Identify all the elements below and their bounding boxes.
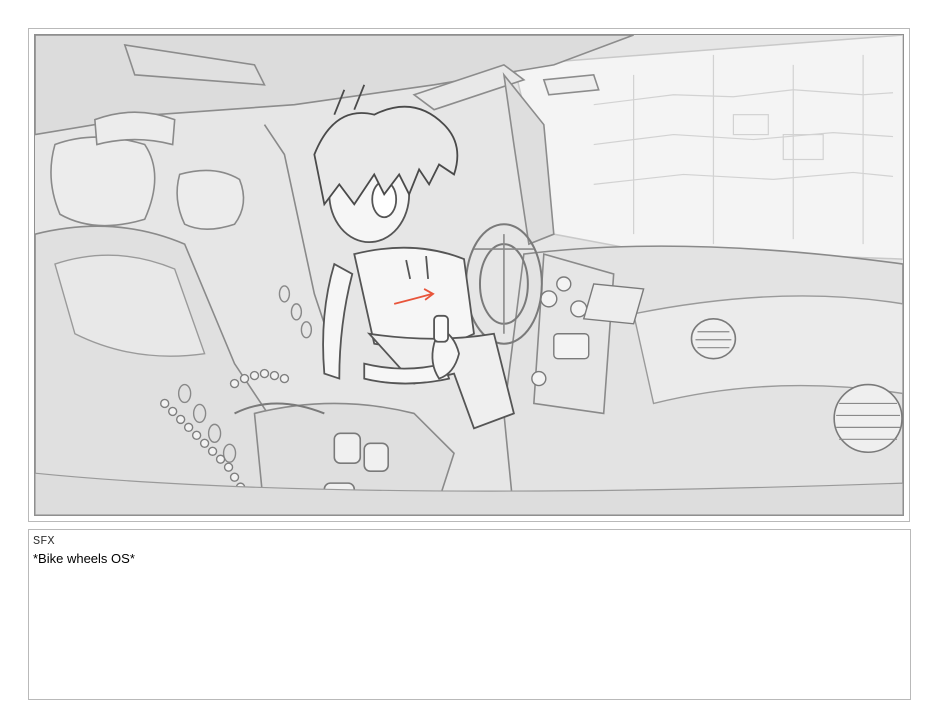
- notes-label: SFX: [33, 534, 55, 548]
- storyboard-panel-frame: [28, 28, 910, 522]
- storyboard-panel-image: [34, 34, 904, 516]
- notes-text: *Bike wheels OS*: [33, 551, 135, 566]
- notes-box: SFX *Bike wheels OS*: [28, 529, 911, 700]
- storyboard-sketch: [35, 35, 903, 515]
